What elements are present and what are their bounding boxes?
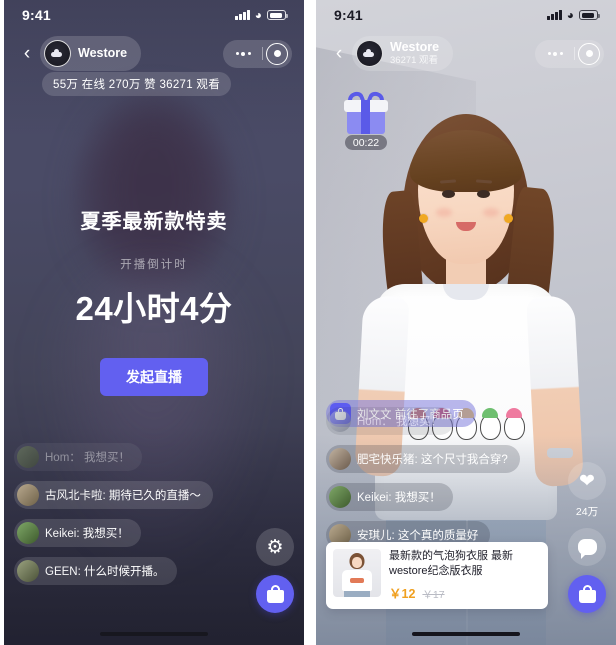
list-item[interactable]: Hom： 我想买！ [326, 407, 454, 435]
left-header: ‹ Westore [4, 36, 304, 71]
store-avatar-icon [356, 40, 383, 67]
left-phone-screen: 9:41 ◕ ‹ Westore 55万 在线 270万 赞 36271 观看 [4, 0, 304, 645]
back-button[interactable]: ‹ [328, 41, 350, 67]
left-chat-list: Hom： 我想买！ 古风北卡啦: 期待已久的直播～ Keikei: 我想买！ G… [14, 443, 244, 585]
avatar [329, 448, 351, 470]
gear-icon: ⚙ [266, 536, 284, 558]
store-avatar-icon [44, 40, 71, 67]
countdown-label: 开播倒计时 [120, 259, 188, 271]
right-header: ‹ Westore 36271 观看 [316, 36, 616, 71]
avatar [329, 410, 351, 432]
list-item[interactable]: 肥宅快乐猪: 这个尺寸我合穿? [326, 445, 520, 473]
gift-widget[interactable]: 00:22 [338, 89, 394, 151]
start-live-button[interactable]: 发起直播 [100, 358, 208, 396]
avatar [17, 560, 39, 582]
stats-pill: 55万 在线 270万 赞 36271 观看 [42, 72, 232, 96]
header-controls [223, 39, 292, 68]
avatar [17, 522, 39, 544]
avatar [329, 486, 351, 508]
chat-text: 我想买！ [82, 528, 129, 540]
right-side-actions: ❤ 24万 [568, 462, 606, 613]
record-target-icon[interactable] [578, 42, 600, 65]
back-button[interactable]: ‹ [16, 41, 38, 67]
promo-title: 夏季最新款特卖 [80, 211, 228, 233]
left-side-actions: ⚙ [256, 528, 294, 613]
like-count: 24万 [575, 506, 599, 518]
countdown-block: 夏季最新款特卖 开播倒计时 24小时4分 发起直播 [4, 205, 304, 396]
divider [262, 47, 263, 60]
chat-name: 安琪儿: [357, 530, 395, 542]
shopping-bag-icon [266, 585, 284, 603]
chat-text: 期待已久的直播～ [108, 490, 201, 502]
more-dots-icon[interactable] [227, 51, 259, 56]
home-indicator [412, 632, 520, 636]
home-indicator [100, 632, 208, 636]
signal-bars-icon [547, 10, 562, 20]
gift-timer: 00:22 [344, 135, 388, 150]
signal-bars-icon [235, 10, 250, 20]
countdown-value: 24小时4分 [75, 290, 233, 327]
right-chat-list: Hom： 我想买！ 肥宅快乐猪: 这个尺寸我合穿? Keikei: 我想买！ 安… [326, 407, 541, 549]
shop-button[interactable] [256, 575, 294, 613]
list-item[interactable]: 古风北卡啦: 期待已久的直播～ [14, 481, 213, 509]
chat-text: 我想买！ [394, 492, 441, 504]
right-status-bar: 9:41 ◕ [316, 0, 616, 30]
heart-icon: ❤ [579, 470, 595, 492]
chat-name: Keikei: [357, 492, 392, 504]
list-item[interactable]: Keikei: 我想买！ [326, 483, 453, 511]
right-phone-screen: 9:41 ◕ ‹ Westore 36271 观看 00:22 刘文文 前往了商… [316, 0, 616, 645]
comment-button[interactable] [568, 528, 606, 566]
left-status-bar: 9:41 ◕ [4, 0, 304, 30]
product-card[interactable]: 最新款的气泡狗衣服 最新 westore纪念版衣服 ￥12 ￥17 [326, 541, 548, 609]
product-title: 最新款的气泡狗衣服 最新 westore纪念版衣服 [389, 549, 514, 577]
avatar [17, 484, 39, 506]
wifi-icon: ◕ [254, 8, 262, 22]
chat-name: 古风北卡啦: [45, 490, 106, 502]
battery-icon [267, 10, 288, 20]
chat-text: 什么时候开播。 [84, 566, 165, 578]
chat-text: 这个真的质量好 [397, 530, 479, 542]
status-time: 9:41 [334, 7, 363, 23]
chat-name: Keikei: [45, 528, 80, 540]
comment-bubble-icon [577, 539, 597, 559]
wifi-icon: ◕ [566, 8, 574, 22]
shopping-bag-icon [578, 585, 596, 603]
product-original-price: ￥17 [422, 589, 445, 601]
header-controls [535, 39, 604, 68]
host-pill[interactable]: Westore 36271 观看 [352, 36, 454, 71]
shop-button[interactable] [568, 575, 606, 613]
list-item[interactable]: Keikei: 我想买！ [14, 519, 141, 547]
chat-name: Hom： [45, 452, 81, 464]
settings-button[interactable]: ⚙ [256, 528, 294, 566]
host-name: Westore [78, 46, 128, 61]
host-viewers: 36271 观看 [390, 54, 439, 66]
gift-box-icon [344, 89, 388, 134]
avatar [17, 446, 39, 468]
product-thumbnail [333, 548, 381, 597]
divider [574, 47, 575, 60]
chat-text: 我想买！ [83, 452, 130, 464]
product-price: ￥12 [389, 587, 416, 601]
chat-name: Hom： [357, 416, 393, 428]
record-target-icon[interactable] [266, 42, 288, 65]
list-item[interactable]: Hom： 我想买！ [14, 443, 142, 471]
battery-icon [579, 10, 600, 20]
chat-text: 我想买！ [395, 416, 442, 428]
like-button[interactable]: ❤ [568, 462, 606, 500]
chat-text: 这个尺寸我合穿? [420, 454, 508, 466]
status-time: 9:41 [22, 7, 51, 23]
host-name: Westore [390, 40, 440, 55]
chat-name: GEEN: [45, 566, 81, 578]
host-pill[interactable]: Westore [40, 36, 142, 71]
list-item[interactable]: GEEN: 什么时候开播。 [14, 557, 177, 585]
chat-name: 肥宅快乐猪: [357, 454, 418, 466]
dual-phone-mockup: 9:41 ◕ ‹ Westore 55万 在线 270万 赞 36271 观看 [0, 0, 616, 645]
more-dots-icon[interactable] [539, 51, 571, 56]
